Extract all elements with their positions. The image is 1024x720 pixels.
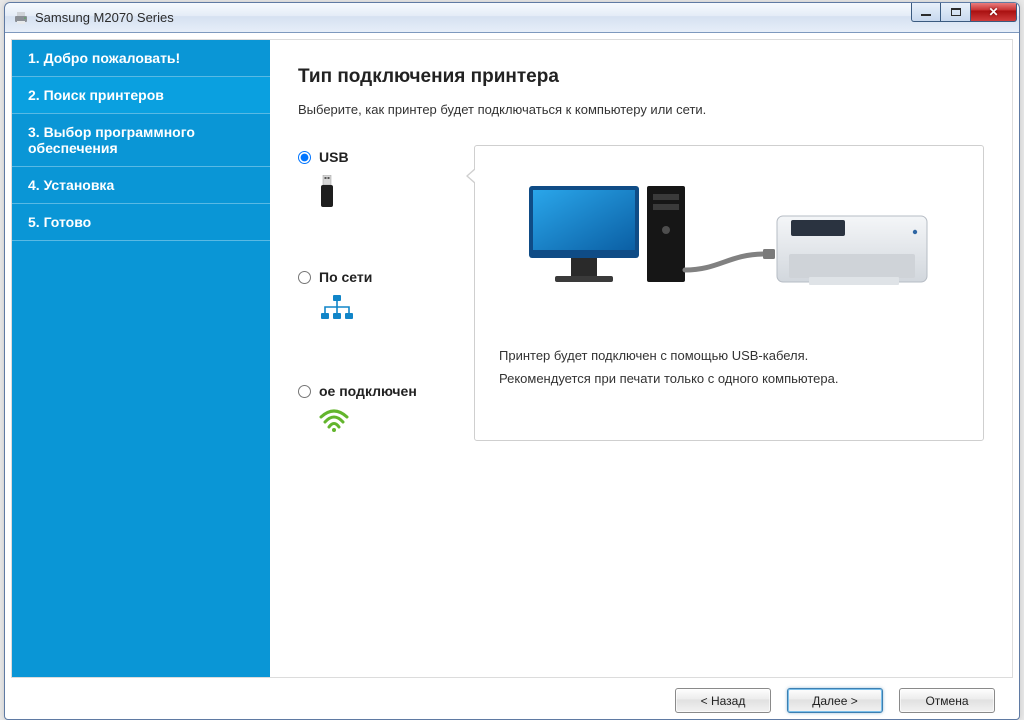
step-search-printers: 2. Поиск принтеров [12,77,270,114]
minimize-button[interactable] [911,2,941,22]
option-wireless[interactable]: ое подключен [298,383,474,433]
option-usb-label: USB [319,149,349,165]
connection-options: USB [298,145,474,441]
step-software-selection: 3. Выбор программного обеспечения [12,114,270,167]
usb-cable-icon [685,249,775,270]
connection-preview-panel: Принтер будет подключен с помощью USB-ка… [474,145,984,441]
wifi-icon [319,409,349,433]
window-title: Samsung M2070 Series [35,10,174,25]
page-title: Тип подключения принтера [298,66,984,88]
preview-text-1: Принтер будет подключен с помощью USB-ка… [499,348,959,363]
titlebar[interactable]: Samsung M2070 Series ✕ [5,3,1019,33]
radio-wireless[interactable] [298,385,311,398]
close-button[interactable]: ✕ [971,2,1017,22]
connection-diagram [499,178,959,318]
printer-icon [777,216,927,285]
next-button[interactable]: Далее > [787,688,883,713]
option-network[interactable]: По сети [298,269,474,323]
printer-app-icon [13,10,29,26]
monitor-icon [529,186,639,282]
option-network-label: По сети [319,269,372,285]
window-buttons: ✕ [911,2,1017,22]
step-finish: 5. Готово [12,204,270,241]
step-welcome: 1. Добро пожаловать! [12,40,270,77]
close-icon: ✕ [988,5,998,19]
radio-usb[interactable] [298,151,311,164]
maximize-button[interactable] [941,2,971,22]
step-install: 4. Установка [12,167,270,204]
minimize-icon [921,14,931,16]
preview-text-2: Рекомендуется при печати только с одного… [499,371,959,386]
wizard-footer: < Назад Далее > Отмена [11,678,1013,713]
cancel-button[interactable]: Отмена [899,688,995,713]
network-icon [319,295,355,323]
pc-tower-icon [647,186,685,282]
wizard-content: Тип подключения принтера Выберите, как п… [270,40,1012,677]
installer-window: Samsung M2070 Series ✕ 1. Добро пожалова… [4,2,1020,720]
wizard-steps-sidebar: 1. Добро пожаловать! 2. Поиск принтеров … [12,40,270,677]
back-button[interactable]: < Назад [675,688,771,713]
radio-network[interactable] [298,271,311,284]
page-subtitle: Выберите, как принтер будет подключаться… [298,102,984,117]
maximize-icon [951,8,961,16]
option-wireless-label: ое подключен [319,383,417,399]
usb-icon [319,175,335,209]
option-usb[interactable]: USB [298,149,474,209]
